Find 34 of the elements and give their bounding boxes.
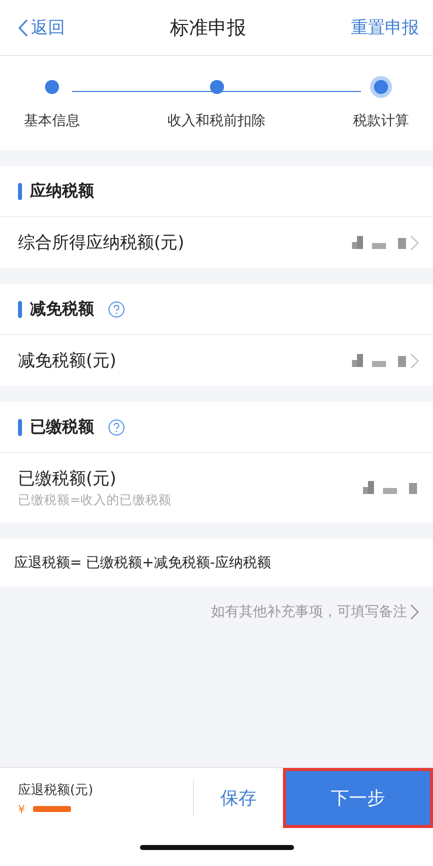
refund-label: 应退税额(元) xyxy=(18,782,94,798)
masked-value xyxy=(33,806,71,812)
list-row[interactable]: 综合所得应纳税额(元) xyxy=(0,217,433,268)
accent-bar xyxy=(18,418,22,436)
back-button[interactable]: 返回 xyxy=(18,16,65,39)
page-title: 标准申报 xyxy=(170,16,246,40)
row-hint: 已缴税额=收入的已缴税额 xyxy=(18,492,172,509)
help-icon[interactable] xyxy=(108,418,125,436)
help-icon[interactable] xyxy=(108,300,125,318)
chevron-right-icon xyxy=(410,234,419,250)
remark-link[interactable]: 如有其他补充事项，可填写备注 xyxy=(211,603,419,621)
masked-value xyxy=(363,481,419,495)
next-button[interactable]: 下一步 xyxy=(283,768,433,828)
list-row[interactable]: 已缴税额(元) 已缴税额=收入的已缴税额 xyxy=(0,453,433,523)
list-row[interactable]: 减免税额(元) xyxy=(0,335,433,386)
row-label: 综合所得应纳税额(元) xyxy=(18,232,184,254)
masked-value xyxy=(352,236,408,250)
chevron-right-icon xyxy=(410,604,419,620)
formula-text: 应退税额= 已缴税额+减免税额-应纳税额 xyxy=(0,539,433,587)
chevron-right-icon xyxy=(410,352,419,368)
reset-link[interactable]: 重置申报 xyxy=(351,16,419,39)
section-title: 应纳税额 xyxy=(30,180,94,202)
accent-bar xyxy=(18,182,22,200)
section-title: 已缴税额 xyxy=(30,416,94,438)
accent-bar xyxy=(18,300,22,318)
step-label: 收入和税前扣除 xyxy=(168,112,266,130)
step-label: 基本信息 xyxy=(24,112,80,130)
section-title: 减免税额 xyxy=(30,298,94,320)
chevron-left-icon xyxy=(18,18,28,36)
masked-value xyxy=(352,354,408,368)
currency-sign: ¥ xyxy=(18,802,25,816)
row-label: 减免税额(元) xyxy=(18,350,116,372)
row-label: 已缴税额(元) xyxy=(18,468,118,490)
step-label: 税款计算 xyxy=(353,112,409,130)
